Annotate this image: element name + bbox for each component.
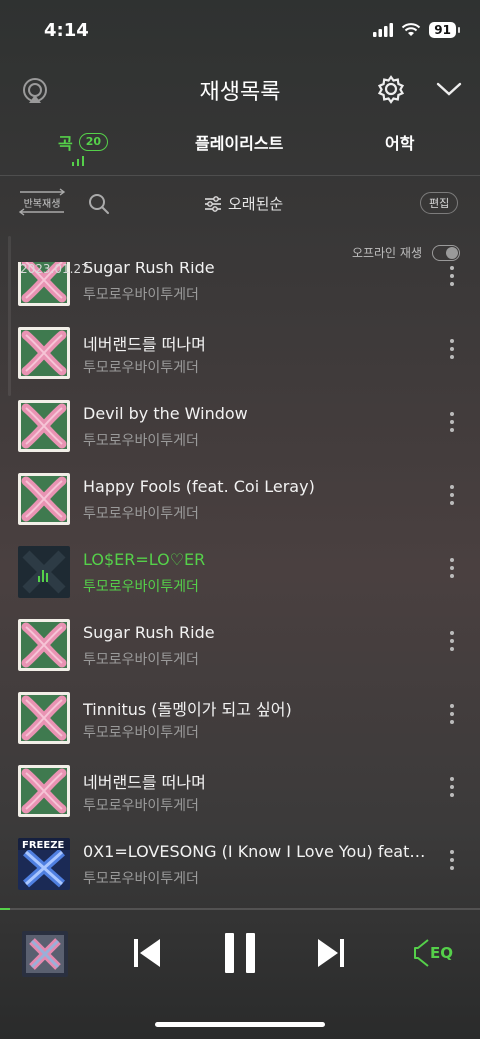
- status-icons: 91: [373, 22, 460, 38]
- offline-toggle[interactable]: [432, 244, 460, 261]
- song-title: Devil by the Window: [83, 404, 248, 423]
- song-title: Tinnitus (돌멩이가 되고 싶어): [83, 700, 292, 719]
- tab-language[interactable]: 어학: [385, 130, 414, 154]
- eq-label: EQ: [430, 944, 453, 962]
- svg-text:FREEZE: FREEZE: [22, 840, 64, 851]
- more-options-icon[interactable]: [446, 558, 458, 588]
- more-options-icon[interactable]: [446, 777, 458, 807]
- song-title: 네버랜드를 떠나며: [83, 773, 206, 792]
- song-artist: 투모로우바이투게더: [83, 798, 199, 814]
- now-playing-bars-icon: [72, 156, 84, 166]
- tab-playlists[interactable]: 플레이리스트: [195, 130, 283, 154]
- song-row[interactable]: 네버랜드를 떠나며투모로우바이투게더: [0, 317, 480, 390]
- song-row[interactable]: FREEZE 0X1=LOVESONG (I Know I Love You) f…: [0, 828, 480, 901]
- more-options-icon[interactable]: [446, 631, 458, 661]
- scroll-date-label: 2023.01.27: [20, 262, 89, 276]
- song-row[interactable]: Devil by the Window 투모로우바이투게더: [0, 390, 480, 463]
- album-art: [18, 327, 70, 379]
- song-artist: 투모로우바이투게더: [83, 360, 199, 376]
- song-artist: 투모로우바이투게더: [83, 433, 199, 449]
- repeat-label: 반복재생: [23, 198, 61, 210]
- gear-icon[interactable]: [376, 74, 406, 108]
- song-row[interactable]: Sugar Rush Ride 투모로우바이투게더 2023.01.27: [0, 262, 480, 317]
- wifi-icon: [402, 23, 421, 36]
- song-row[interactable]: LO$ER=LO♡ER 투모로우바이투게더: [0, 536, 480, 609]
- song-artist: 투모로우바이투게더: [83, 871, 199, 887]
- tab-songs[interactable]: 곡 20: [58, 130, 109, 154]
- song-list: Sugar Rush Ride 투모로우바이투게더 2023.01.27 네버랜드를 …: [0, 262, 480, 908]
- pause-icon[interactable]: [222, 931, 258, 979]
- song-row[interactable]: Sugar Rush Ride 투모로우바이투게더: [0, 609, 480, 682]
- battery-indicator: 91: [429, 22, 460, 38]
- song-title: Happy Fools (feat. Coi Leray): [83, 477, 315, 496]
- tab-songs-label: 곡: [58, 134, 73, 153]
- album-art: [18, 546, 70, 598]
- more-options-icon[interactable]: [446, 339, 458, 369]
- song-row[interactable]: Tinnitus (돌멩이가 되고 싶어) 투모로우바이투게더: [0, 682, 480, 755]
- sort-label: 오래된순: [228, 195, 284, 213]
- song-artist: 투모로우바이투게더: [83, 287, 199, 303]
- equalizer-button[interactable]: EQ: [414, 938, 453, 968]
- cellular-signal-icon: [373, 23, 394, 37]
- song-artist: 투모로우바이투게더: [83, 725, 199, 741]
- playback-progress-bar[interactable]: [0, 908, 480, 910]
- speaker-icon: [414, 939, 429, 967]
- more-options-icon[interactable]: [446, 266, 458, 296]
- song-title: Sugar Rush Ride: [83, 262, 215, 277]
- sliders-icon: [205, 195, 221, 212]
- status-time: 4:14: [44, 20, 89, 41]
- more-options-icon[interactable]: [446, 485, 458, 515]
- song-title: Sugar Rush Ride: [83, 623, 215, 642]
- song-count-badge: 20: [78, 133, 109, 151]
- more-options-icon[interactable]: [446, 704, 458, 734]
- song-row[interactable]: Happy Fools (feat. Coi Leray) 투모로우바이투게더: [0, 463, 480, 536]
- song-artist: 투모로우바이투게더: [83, 652, 199, 668]
- album-art: [18, 692, 70, 744]
- playback-progress-fill: [0, 908, 10, 910]
- page-title: 재생목록: [199, 80, 281, 105]
- song-title: LO$ER=LO♡ER: [83, 550, 206, 569]
- now-playing-album-art[interactable]: [22, 931, 68, 977]
- album-art: [18, 400, 70, 452]
- song-row[interactable]: 네버랜드를 떠나며투모로우바이투게더: [0, 755, 480, 828]
- edit-button[interactable]: 편집: [420, 192, 459, 214]
- search-icon[interactable]: [88, 193, 110, 219]
- previous-track-icon[interactable]: [132, 935, 164, 975]
- repeat-button[interactable]: 반복재생: [16, 188, 68, 216]
- song-title: 네버랜드를 떠나며: [83, 335, 206, 354]
- next-track-icon[interactable]: [314, 935, 346, 975]
- offline-playback: 오프라인 재생: [352, 244, 460, 261]
- song-artist: 투모로우바이투게더: [83, 579, 199, 595]
- chevron-down-icon[interactable]: [436, 80, 462, 102]
- offline-label: 오프라인 재생: [351, 246, 422, 260]
- album-art: [18, 473, 70, 525]
- more-options-icon[interactable]: [446, 850, 458, 880]
- more-options-icon[interactable]: [446, 412, 458, 442]
- sort-button[interactable]: 오래된순: [204, 193, 283, 214]
- song-title: 0X1=LOVESONG (I Know I Love You) feat. S…: [83, 842, 429, 861]
- song-artist: 투모로우바이투게더: [83, 506, 199, 522]
- home-indicator[interactable]: [155, 1022, 325, 1027]
- album-art: FREEZE: [18, 838, 70, 890]
- album-art: [18, 619, 70, 671]
- divider: [0, 175, 480, 176]
- album-art: [18, 765, 70, 817]
